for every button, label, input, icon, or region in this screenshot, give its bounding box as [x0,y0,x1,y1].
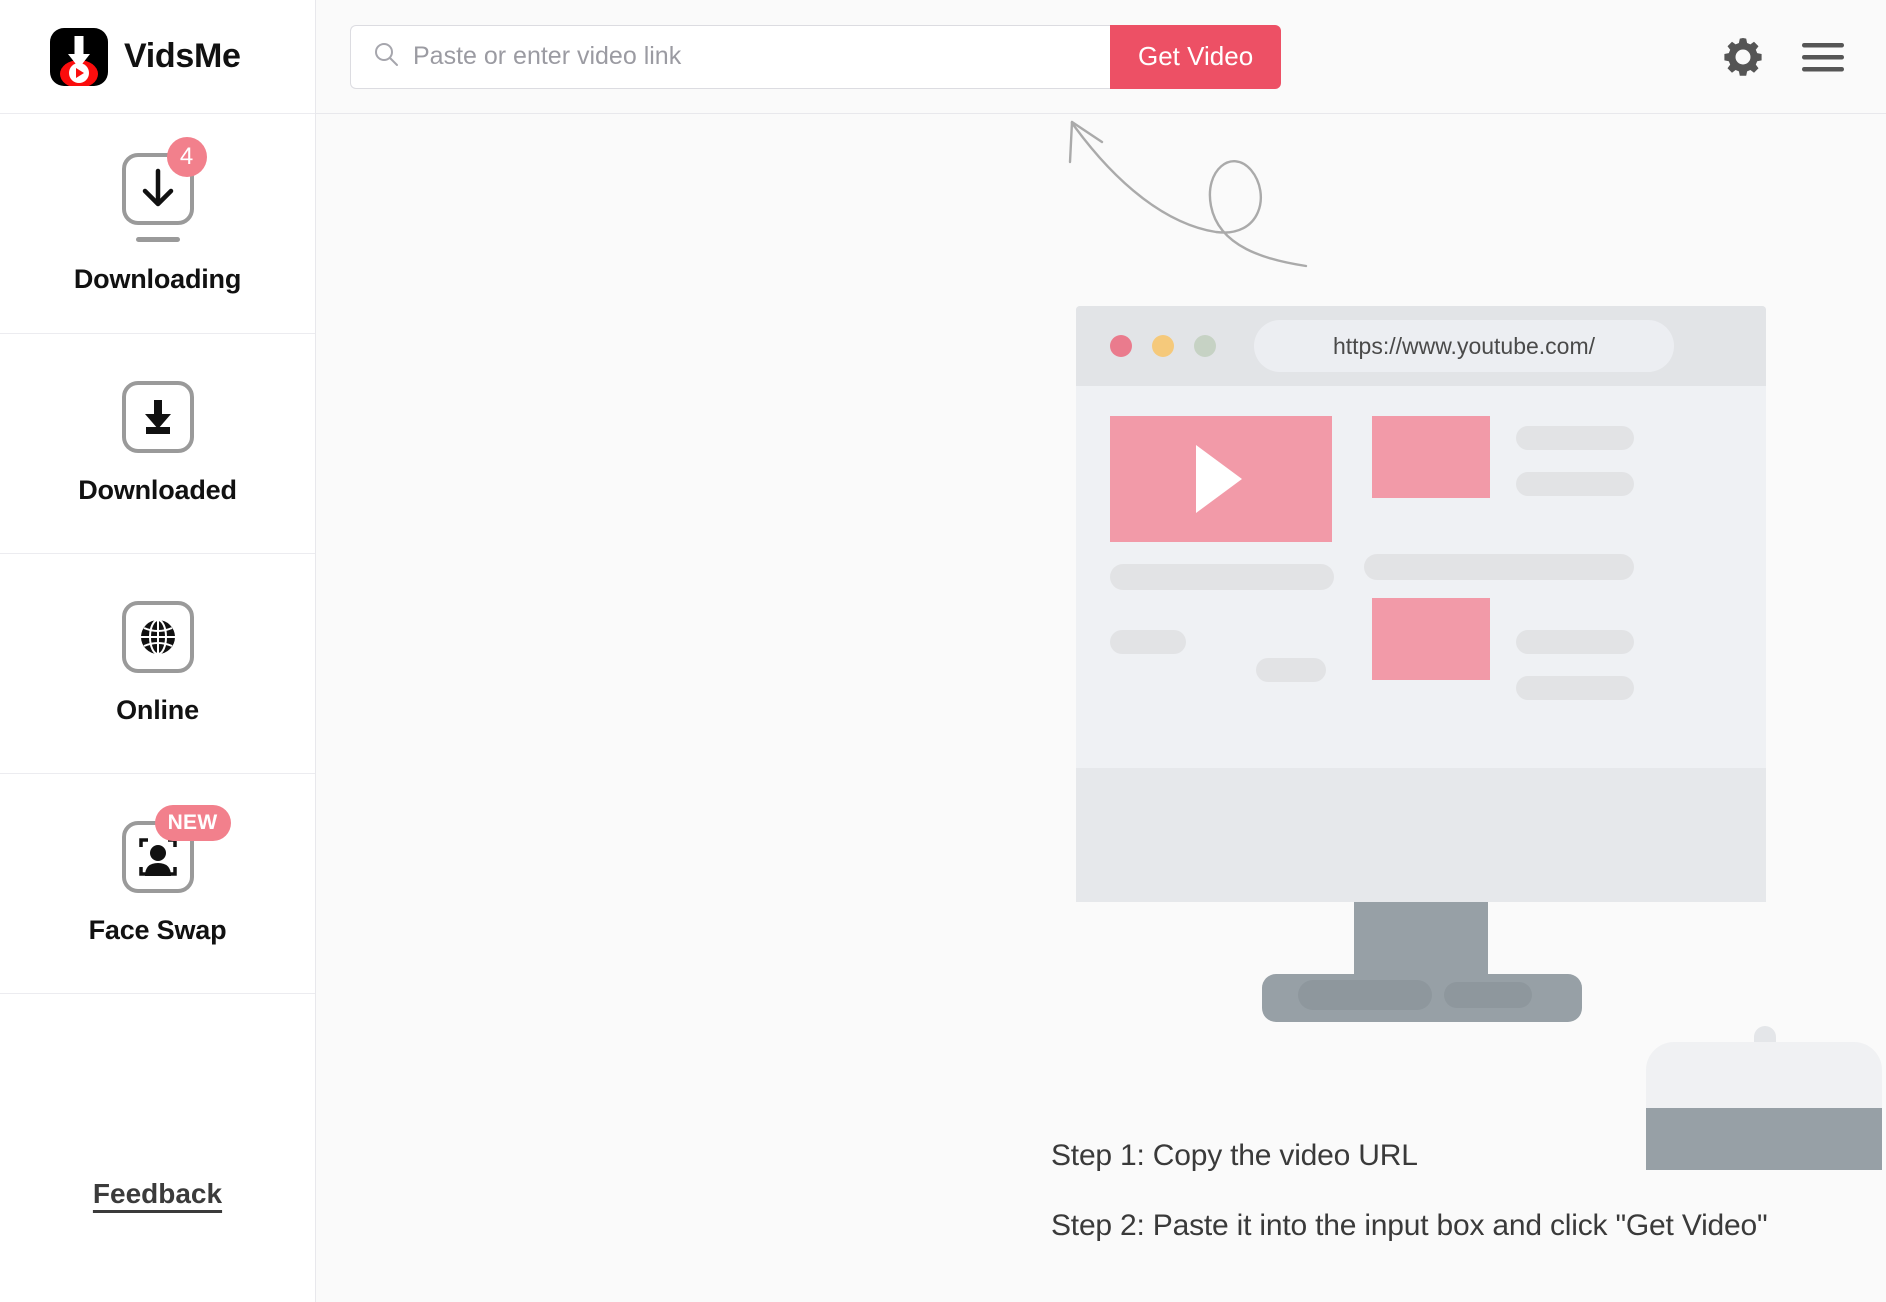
window-dot-maximize [1194,335,1216,357]
sidebar-item-downloaded[interactable]: Downloaded [0,334,315,554]
sidebar-item-label-downloading: Downloading [73,263,242,294]
downloading-icon-wrap: 4 [103,136,213,225]
search-input[interactable] [413,42,1073,71]
mouse-top-half [1646,1042,1882,1108]
hand-drawn-curved-arrow-icon [1056,114,1356,289]
gear-icon[interactable] [1720,34,1766,80]
monitor-neck [1354,902,1488,980]
browser-url-bar: https://www.youtube.com/ [1254,320,1674,372]
play-triangle-icon [1196,445,1242,513]
browser-url-text: https://www.youtube.com/ [1332,332,1596,359]
empty-state-illustration: https://www.youtube.com/ Step 1: Copy th… [316,114,1886,1302]
text-placeholder-bar [1516,472,1634,496]
main-area: Get Video [316,0,1886,1302]
text-placeholder-bar [1110,630,1186,654]
monitor-base-highlight-left [1298,980,1432,1010]
downloaded-icon-wrap [103,381,213,453]
text-placeholder-bar [1256,658,1326,682]
vidsme-download-play-logo-icon [50,27,108,86]
text-placeholder-bar [1516,426,1634,450]
top-bar: Get Video [316,0,1886,114]
monitor-screen: https://www.youtube.com/ [1076,306,1766,846]
browser-chrome: https://www.youtube.com/ [1076,306,1766,386]
search-icon [373,41,399,72]
video-thumbnail-side-1 [1372,416,1490,498]
text-placeholder-bar [1364,554,1634,580]
sidebar-item-label-face-swap: Face Swap [88,915,227,945]
sidebar-item-downloading[interactable]: 4 Downloading [0,114,315,334]
download-tray-line [135,236,180,242]
step-line-1: Step 1: Copy the video URL [1051,1139,1418,1172]
globe-icon [121,601,194,673]
hamburger-menu-icon[interactable] [1800,39,1846,75]
brand-title: VidsMe [124,37,241,75]
download-tray-filled-icon [121,381,194,453]
steps-instructions: Step 1: Copy the video URL Step 2: Paste… [1051,1139,1768,1279]
text-placeholder-bar [1516,630,1634,654]
get-video-button[interactable]: Get Video [1110,24,1282,89]
url-search-group: Get Video [350,24,1282,89]
app-window: VidsMe 4 Downloading Downloaded Online N… [0,0,1886,1302]
monitor-illustration: https://www.youtube.com/ [1076,306,1766,1022]
downloading-badge: 4 [166,136,207,177]
browser-page-wireframe [1076,386,1766,768]
search-field[interactable] [350,24,1110,89]
window-dot-minimize [1152,335,1174,357]
text-placeholder-bar [1516,676,1634,700]
video-thumbnail-side-2 [1372,598,1490,680]
feedback-link[interactable]: Feedback [93,1178,222,1210]
feedback-area: Feedback [0,1178,315,1302]
window-dot-close [1110,335,1132,357]
sidebar-item-label-online: Online [116,695,199,725]
monitor-base-highlight-right [1444,982,1532,1008]
step-line-2: Step 2: Paste it into the input box and … [1051,1209,1768,1242]
text-placeholder-bar [1110,564,1334,590]
online-icon-wrap [103,601,213,673]
sidebar-item-face-swap[interactable]: NEW Face Swap [0,774,315,994]
sidebar-item-label-downloaded: Downloaded [78,475,237,505]
sidebar: VidsMe 4 Downloading Downloaded Online N… [0,0,316,1302]
sidebar-item-online[interactable]: Online [0,554,315,774]
face-swap-new-badge: NEW [154,805,231,841]
brand-header: VidsMe [0,0,315,114]
face-swap-icon-wrap: NEW [103,805,231,893]
monitor-bezel-bottom [1076,846,1766,902]
topbar-actions [1720,34,1846,80]
